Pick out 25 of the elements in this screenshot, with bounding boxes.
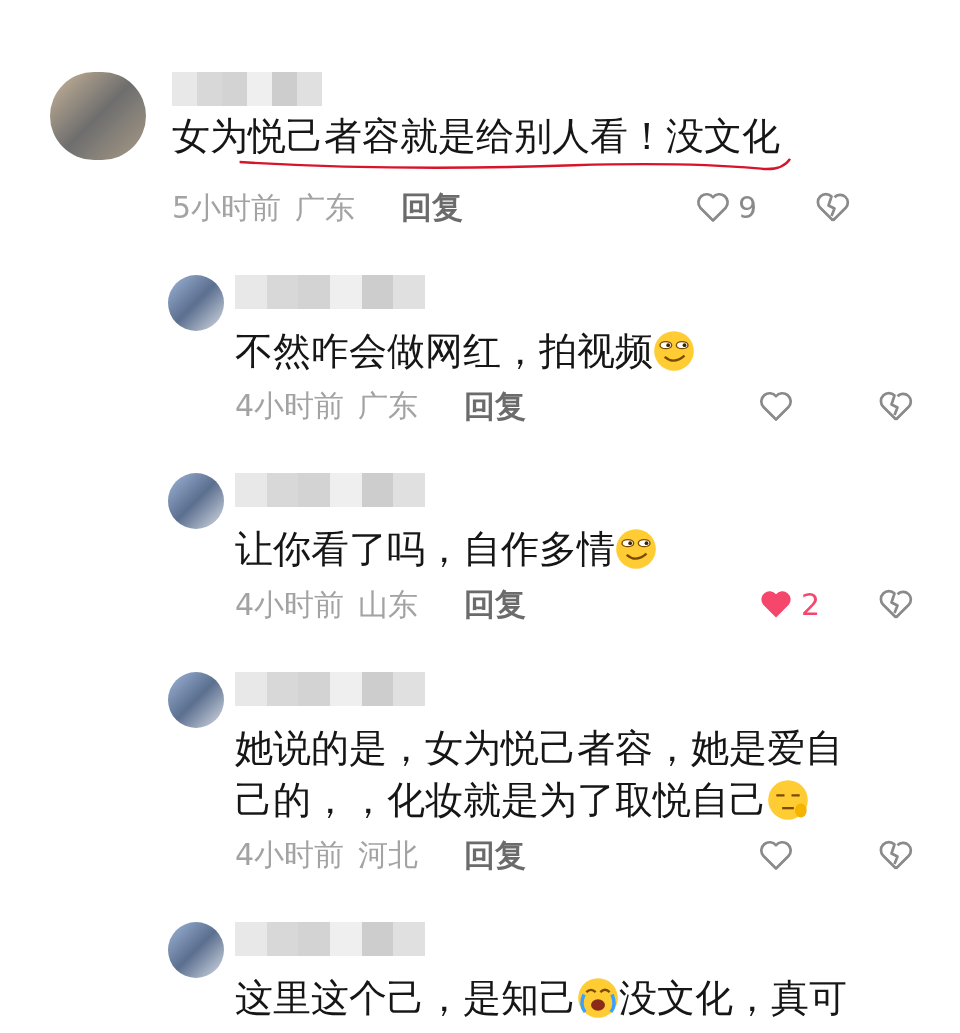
comment-text: 这里这个己，是知己 没文化，真可 [235,975,848,1022]
comment-text: 不然咋会做网红，拍视频 [235,324,875,377]
blurred-avatar [168,922,224,978]
smirking-face-icon [653,329,695,372]
reply-button[interactable]: 回复 [401,184,464,231]
comment-region: 山东 [358,585,419,624]
comment-region: 广东 [358,387,419,426]
comment-time: 5小时前 [172,188,282,227]
like-count: 9 [738,188,758,227]
pensive-face-icon [767,778,809,821]
comment-time: 4小时前 [235,836,345,875]
crying-face-icon [577,977,619,1019]
comment-text: 女为悦己者容就是给别人看！没文化 [172,113,781,160]
reply-button[interactable]: 回复 [464,831,527,878]
comment-text: 让你看了吗，自作多情 [235,523,875,575]
like-count: 2 [801,585,821,624]
comment-region: 河北 [358,836,419,875]
comment-text: 她说的是，女为悦己者容，她是爱自己的，，化妆就是为了取悦自己 [235,724,844,824]
comment-region: 广东 [295,188,356,227]
reply-button[interactable]: 回复 [464,581,527,628]
smirking-face-icon [615,528,657,570]
blurred-avatar [168,473,224,529]
comment-time: 4小时前 [235,387,345,426]
reply-button[interactable]: 回复 [464,382,527,429]
comment-time: 4小时前 [235,585,345,624]
